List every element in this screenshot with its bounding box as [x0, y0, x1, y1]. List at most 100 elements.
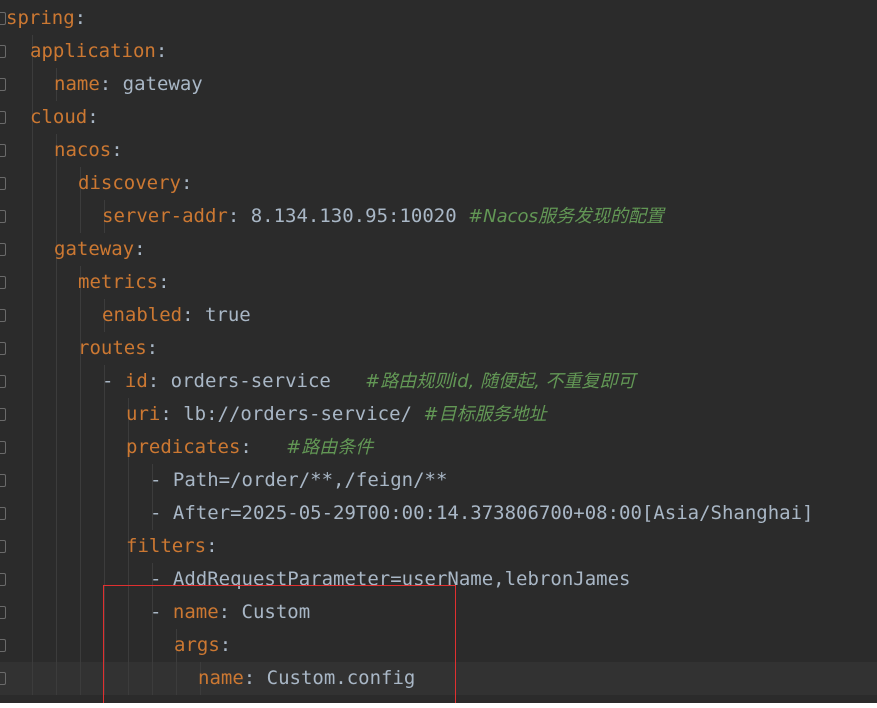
fold-marker-icon[interactable]	[0, 78, 6, 91]
fold-marker-icon[interactable]	[0, 606, 6, 619]
key-separator: :	[146, 337, 159, 359]
indent-guide	[56, 497, 57, 530]
fold-marker-icon[interactable]	[0, 210, 6, 223]
indent-guide	[104, 596, 105, 629]
yaml-value: orders-service	[159, 370, 366, 392]
code-editor[interactable]: spring: application: name: gateway cloud: na…	[0, 0, 877, 705]
indent-guide	[128, 464, 129, 497]
indent-guide	[104, 464, 105, 497]
fold-marker-icon[interactable]	[0, 441, 6, 454]
indent-guide	[128, 497, 129, 530]
list-dash: -	[102, 370, 125, 392]
fold-marker-icon[interactable]	[0, 276, 6, 289]
code-line[interactable]: args:	[0, 629, 877, 662]
yaml-value: 8.134.130.95:10020	[239, 205, 469, 227]
indent-guide	[128, 662, 129, 695]
indent-guide	[56, 365, 57, 398]
key-separator: :	[134, 238, 146, 260]
indent-guide	[56, 464, 57, 497]
key-separator: :	[243, 667, 256, 689]
code-line[interactable]: gateway:	[0, 233, 877, 266]
code-line[interactable]: uri: lb://orders-service/ #目标服务地址	[0, 398, 877, 431]
yaml-key: name	[198, 667, 244, 689]
code-line[interactable]: name: gateway	[0, 68, 877, 101]
code-line[interactable]: - After=2025-05-29T00:00:14.373806700+08…	[0, 497, 877, 530]
code-line[interactable]: - AddRequestParameter=userName,lebronJam…	[0, 563, 877, 596]
code-text: name: gateway	[54, 68, 203, 101]
indent-guide	[104, 629, 105, 662]
indent-guide	[80, 464, 81, 497]
fold-marker-icon[interactable]	[0, 111, 6, 124]
yaml-key: uri	[126, 403, 161, 425]
yaml-key: gateway	[54, 238, 135, 260]
indent-guide	[104, 563, 105, 596]
code-text: spring:	[6, 2, 86, 35]
indent-guide	[104, 530, 105, 563]
code-line[interactable]: - name: Custom	[0, 596, 877, 629]
code-line[interactable]: - id: orders-service #路由规则id, 随便起, 不重复即可	[0, 365, 877, 398]
indent-guide	[56, 662, 57, 695]
code-line[interactable]: routes:	[0, 332, 877, 365]
indent-guide	[56, 332, 57, 365]
key-separator: :	[158, 271, 170, 293]
yaml-key: server-addr	[102, 205, 228, 227]
code-line[interactable]: enabled: true	[0, 299, 877, 332]
code-line[interactable]: filters:	[0, 530, 877, 563]
fold-marker-icon[interactable]	[0, 540, 6, 553]
fold-marker-icon[interactable]	[0, 45, 6, 58]
fold-marker-icon[interactable]	[0, 375, 6, 388]
fold-marker-icon[interactable]	[0, 408, 6, 421]
indent-guide	[104, 497, 105, 530]
indent-guide	[80, 398, 81, 431]
indent-guide	[80, 596, 81, 629]
code-text: gateway:	[54, 233, 146, 266]
list-dash: -	[150, 502, 173, 524]
fold-marker-icon[interactable]	[0, 309, 6, 322]
fold-marker-icon[interactable]	[0, 144, 6, 157]
key-separator: :	[74, 7, 87, 29]
indent-guide	[56, 563, 57, 596]
yaml-key: nacos	[54, 139, 112, 161]
code-text: metrics:	[78, 266, 170, 299]
indent-guide	[80, 629, 81, 662]
yaml-key: cloud	[30, 106, 88, 128]
code-line[interactable]: metrics:	[0, 266, 877, 299]
list-dash: -	[150, 469, 173, 491]
code-line[interactable]: name: Custom.config	[0, 662, 877, 695]
code-text: - Path=/order/**,/feign/**	[150, 464, 447, 497]
code-line[interactable]: application:	[0, 35, 877, 68]
editor-bottom-edge	[0, 703, 877, 708]
yaml-key: application	[30, 40, 156, 62]
indent-guide	[32, 365, 33, 398]
fold-marker-icon[interactable]	[0, 672, 6, 685]
code-line[interactable]: server-addr: 8.134.130.95:10020 #Nacos服务…	[0, 200, 877, 233]
indent-guide	[56, 629, 57, 662]
fold-marker-icon[interactable]	[0, 573, 6, 586]
code-line[interactable]: nacos:	[0, 134, 877, 167]
indent-guide	[56, 299, 57, 332]
indent-guide	[32, 563, 33, 596]
fold-marker-icon[interactable]	[0, 639, 6, 652]
code-text: - name: Custom	[150, 596, 310, 629]
indent-guide	[32, 530, 33, 563]
indent-guide	[32, 200, 33, 233]
yaml-key: name	[54, 73, 100, 95]
code-line[interactable]: cloud:	[0, 101, 877, 134]
code-line[interactable]: discovery:	[0, 167, 877, 200]
code-line[interactable]: predicates: #路由条件	[0, 431, 877, 464]
indent-guide	[32, 299, 33, 332]
fold-marker-icon[interactable]	[0, 474, 6, 487]
fold-marker-icon[interactable]	[0, 243, 6, 256]
yaml-key: discovery	[78, 172, 181, 194]
indent-guide	[80, 299, 81, 332]
code-line[interactable]: - Path=/order/**,/feign/**	[0, 464, 877, 497]
fold-marker-icon[interactable]	[0, 177, 6, 190]
indent-guide	[80, 365, 81, 398]
indent-guide	[152, 629, 153, 662]
fold-marker-icon[interactable]	[0, 342, 6, 355]
indent-guide	[80, 662, 81, 695]
key-separator: :	[111, 139, 123, 161]
code-line[interactable]: spring:	[0, 2, 877, 35]
fold-marker-icon[interactable]	[0, 507, 6, 520]
indent-guide	[104, 431, 105, 464]
